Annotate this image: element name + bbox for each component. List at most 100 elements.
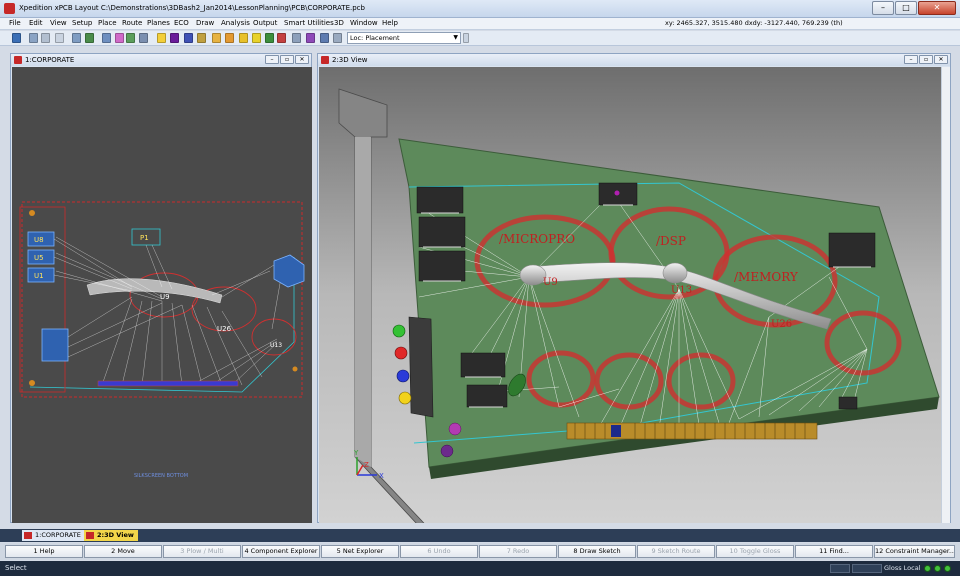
menu-3d[interactable]: 3D [334, 19, 344, 27]
panel-close-button[interactable]: ✕ [934, 55, 948, 64]
pcb-2d-canvas[interactable]: U8 U5 U1 P1 U9 U26 U13 SILKSCREEN BOTTOM [12, 67, 312, 523]
panel-restore-button[interactable]: ▫ [919, 55, 933, 64]
window-title: Xpedition xPCB Layout C:\Demonstrations\… [19, 4, 365, 12]
led-red [394, 346, 408, 360]
axis-label-x: X [379, 472, 384, 480]
pan-icon[interactable] [333, 33, 342, 43]
menu-output[interactable]: Output [253, 19, 277, 27]
panel-restore-button[interactable]: ▫ [280, 55, 294, 64]
ref-label-u26-3d: U26 [771, 319, 792, 330]
undo-icon[interactable] [55, 33, 64, 43]
zoom-in-icon[interactable] [292, 33, 301, 43]
fkey-undo[interactable]: 6 Undo [400, 545, 478, 558]
fkey-constraint-manager[interactable]: 12 Constraint Manager... [874, 545, 955, 558]
grid-icon[interactable] [126, 33, 135, 43]
ref-label-u13-2d: U13 [270, 342, 282, 349]
mounting-hole [29, 210, 35, 216]
add-icon[interactable] [85, 33, 94, 43]
plane-icon[interactable] [197, 33, 206, 43]
fit-icon[interactable] [320, 33, 329, 43]
vertical-scrollbar[interactable] [941, 67, 950, 523]
check-icon[interactable] [265, 33, 274, 43]
close-button[interactable]: ✕ [918, 1, 956, 15]
rules-icon[interactable] [239, 33, 248, 43]
ref-label-u9-2d: U9 [160, 293, 170, 301]
tab-corporate[interactable]: 1:CORPORATE [22, 530, 85, 541]
axis-label-y: Y [353, 449, 359, 457]
fkey-find[interactable]: 11 Find... [795, 545, 873, 558]
window-tabs-bar: 1:CORPORATE 2:3D View [0, 529, 960, 542]
led-blue [396, 369, 410, 383]
panel-close-button[interactable]: ✕ [295, 55, 309, 64]
fkey-toggle-gloss[interactable]: 10 Toggle Gloss [716, 545, 794, 558]
view-3d-icon[interactable] [306, 33, 315, 43]
menu-smart-utilities[interactable]: Smart Utilities [284, 19, 334, 27]
location-select[interactable]: Loc: Placement ▼ [347, 32, 461, 44]
netlist-icon[interactable] [225, 33, 234, 43]
gloss-mode-label: Gloss Local [884, 564, 921, 572]
ref-label-p1: P1 [140, 234, 149, 242]
ic-chip[interactable] [460, 352, 506, 378]
ref-label-u26-2d: U26 [217, 325, 232, 333]
ic-chip[interactable] [418, 250, 466, 282]
find-icon[interactable] [41, 33, 50, 43]
warning-icon[interactable] [252, 33, 261, 43]
function-key-bar: 1 Help 2 Move 3 Plow / Multi 4 Component… [0, 543, 960, 560]
panel-minimize-button[interactable]: – [904, 55, 918, 64]
save-icon[interactable] [12, 33, 21, 43]
swap-icon[interactable] [72, 33, 81, 43]
fkey-plow-multi[interactable]: 3 Plow / Multi [163, 545, 241, 558]
status-light-icon [924, 565, 931, 572]
menu-route[interactable]: Route [122, 19, 142, 27]
toolbar-options-icon[interactable] [463, 33, 469, 43]
menu-edit[interactable]: Edit [29, 19, 43, 27]
ic-chip[interactable] [416, 186, 464, 214]
print-icon[interactable] [29, 33, 38, 43]
fkey-draw-sketch[interactable]: 8 Draw Sketch [558, 545, 636, 558]
ic-chip[interactable] [828, 232, 876, 268]
maximize-button[interactable]: □ [895, 1, 917, 15]
menu-window[interactable]: Window [350, 19, 378, 27]
edge-key [611, 425, 621, 437]
fkey-move[interactable]: 2 Move [84, 545, 162, 558]
fkey-component-explorer[interactable]: 4 Component Explorer [242, 545, 320, 558]
main-toolbar: Loc: Placement ▼ [0, 31, 960, 46]
menu-file[interactable]: File [9, 19, 21, 27]
display-control-icon[interactable] [102, 33, 111, 43]
minimize-button[interactable]: – [872, 1, 894, 15]
ic-chip[interactable] [466, 384, 508, 408]
menu-eco[interactable]: ECO [174, 19, 189, 27]
ref-label-u13-3d: U13 [671, 285, 692, 296]
place-icon[interactable] [170, 33, 179, 43]
select-icon[interactable] [157, 33, 166, 43]
header-connector [408, 316, 434, 418]
menu-view[interactable]: View [50, 19, 67, 27]
ref-label-u5: U5 [34, 254, 44, 262]
component-lower-left[interactable] [41, 328, 69, 362]
fkey-net-explorer[interactable]: 5 Net Explorer [321, 545, 399, 558]
menu-place[interactable]: Place [98, 19, 117, 27]
route-icon[interactable] [184, 33, 193, 43]
menu-draw[interactable]: Draw [196, 19, 214, 27]
edge-fingers [566, 422, 818, 440]
room-label-micropro: /MICROPRO [499, 232, 575, 246]
pcb-3d-canvas[interactable]: /MICROPRO /DSP /MEMORY U9 U13 U26 Y X Z [319, 67, 943, 523]
zoom-icon[interactable] [139, 33, 148, 43]
stop-icon[interactable] [277, 33, 286, 43]
tab-3d-view[interactable]: 2:3D View [84, 530, 138, 541]
ic-chip[interactable] [418, 216, 466, 248]
edge-connector-2d [97, 380, 239, 387]
fkey-help[interactable]: 1 Help [5, 545, 83, 558]
menu-help[interactable]: Help [382, 19, 398, 27]
menu-analysis[interactable]: Analysis [221, 19, 250, 27]
menu-setup[interactable]: Setup [72, 19, 92, 27]
layers-icon[interactable] [115, 33, 124, 43]
drc-icon[interactable] [212, 33, 221, 43]
silkscreen-caption: SILKSCREEN BOTTOM [134, 473, 188, 479]
led-green [392, 324, 406, 338]
fkey-redo[interactable]: 7 Redo [479, 545, 557, 558]
menu-planes[interactable]: Planes [147, 19, 170, 27]
panel-minimize-button[interactable]: – [265, 55, 279, 64]
ic-chip[interactable] [838, 396, 858, 410]
fkey-sketch-route[interactable]: 9 Sketch Route [637, 545, 715, 558]
